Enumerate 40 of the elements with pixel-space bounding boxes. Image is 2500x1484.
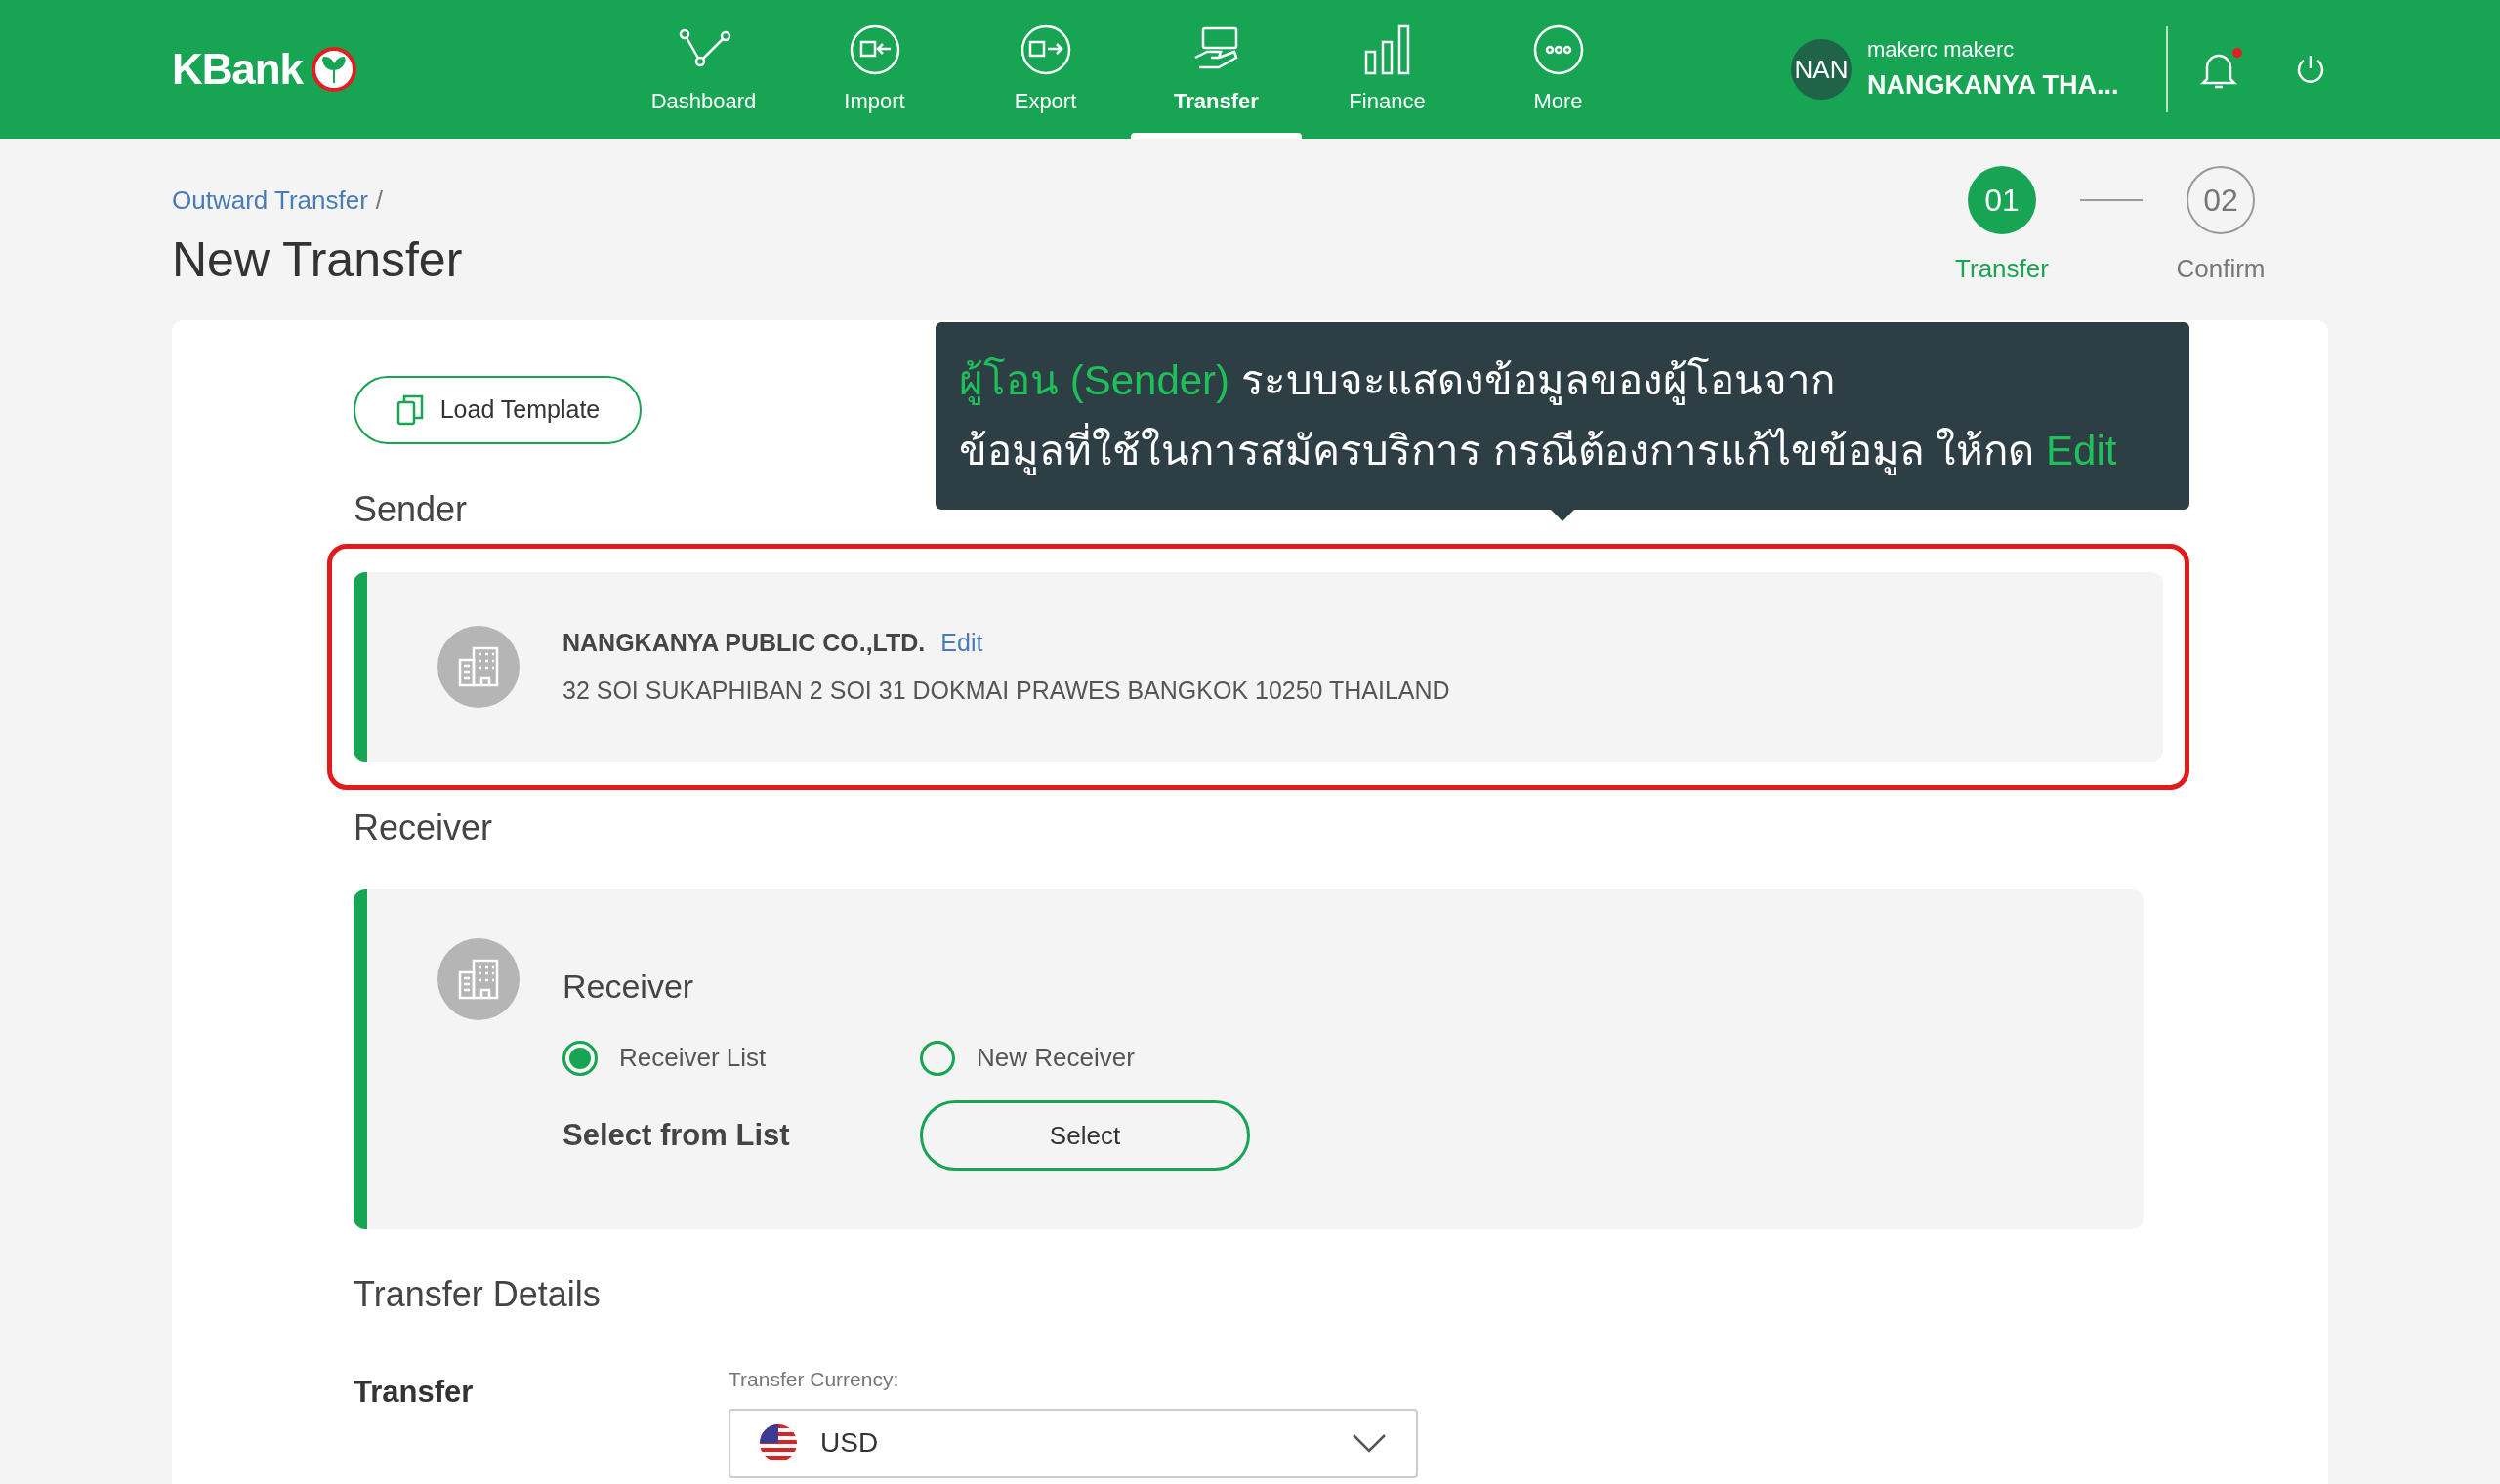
currency-value: USD [820, 1426, 879, 1460]
copy-icon [395, 393, 425, 427]
radio-option[interactable]: Receiver List [562, 1039, 920, 1077]
user-name: makerc makerc [1867, 36, 2016, 64]
step-label: Transfer [1955, 253, 2049, 285]
leaf-logo-icon [310, 46, 357, 93]
chevron-down-icon [1352, 1433, 1387, 1453]
nav-tab[interactable]: Finance [1302, 0, 1473, 139]
nav-tab[interactable]: Transfer [1131, 0, 1302, 139]
receiver-title: Receiver [562, 967, 695, 1007]
section-heading: Receiver [354, 806, 493, 849]
tooltip-text: ข้อมูลที่ใช้ในการสมัครบริการ กรณีต้องการแก้ไขข้อมูล ให้กด Edit [959, 416, 2166, 486]
section-heading: Sender [354, 488, 468, 531]
transfer-label: Transfer [354, 1374, 475, 1411]
breadcrumb-separator: / [375, 185, 384, 217]
company-name: NANGKANYA PUBLIC CO.,LTD. [562, 627, 926, 658]
tooltip-text: ผู้โอน (Sender) ระบบจะแสดงข้อมูลของผู้โอนจาก [959, 356, 1836, 407]
step-label: Confirm [2176, 253, 2266, 285]
edit-link[interactable]: Edit [940, 624, 983, 661]
flag-icon [760, 1424, 797, 1462]
nav-tab[interactable]: Export [960, 0, 1131, 139]
radio-button[interactable] [920, 1040, 955, 1076]
sender-address: 32 SOI SUKAPHIBAN 2 SOI 31 DOKMAI PRAWES BANGKOK 10250 THAILAND [562, 676, 1450, 706]
currency-label: Transfer Currency: [729, 1367, 900, 1392]
select-from-list-label: Select from List [562, 1116, 791, 1154]
nav-tab[interactable]: Import [789, 0, 960, 139]
page-title: New Transfer [172, 231, 463, 289]
company-name: NANGKANYA THA... [1867, 69, 2120, 103]
select-button[interactable]: Select [920, 1100, 1250, 1171]
radio-option[interactable]: New Receiver [920, 1039, 1277, 1077]
section-heading: Transfer Details [354, 1273, 601, 1316]
user-avatar: NAN [1791, 39, 1852, 100]
radio-button[interactable] [562, 1040, 598, 1076]
currency-dropdown[interactable]: USD [729, 1408, 1418, 1478]
breadcrumb-link[interactable]: Outward Transfer [172, 182, 368, 220]
nav-tab[interactable]: More [1473, 0, 1644, 139]
nav-tab[interactable]: Dashboard [618, 0, 789, 139]
load-template-button[interactable]: Load Template [354, 376, 642, 444]
brand-logo: KBank [172, 44, 303, 95]
notification-icon[interactable] [2199, 48, 2242, 91]
